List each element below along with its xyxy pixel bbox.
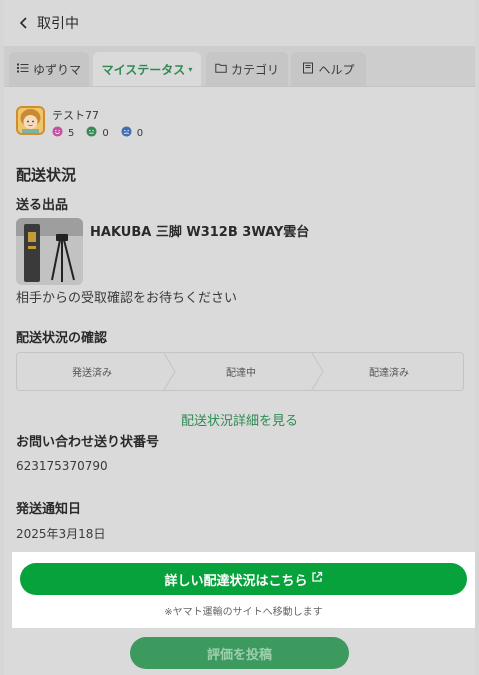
user-name: テスト77 bbox=[52, 109, 99, 122]
tab-category[interactable]: カテゴリ bbox=[206, 52, 288, 86]
shipping-steps: 発送済み 配達中 配達済み bbox=[16, 352, 464, 391]
shipping-title: 配送状況 bbox=[16, 166, 77, 184]
tab-label: ヘルプ bbox=[318, 62, 355, 77]
rating-bad: 0 bbox=[121, 126, 143, 140]
tab-help[interactable]: ヘルプ bbox=[291, 52, 366, 86]
delivery-status-button[interactable]: 詳しい配達状況はこちら bbox=[20, 563, 467, 595]
rating-neutral-count: 0 bbox=[102, 127, 109, 139]
cta-label: 詳しい配達状況はこちら bbox=[164, 573, 308, 589]
page: 取引中 ゆずりマ マイステータス ▾ カテゴリ ヘルプ テスト77 5 0 0 … bbox=[4, 0, 475, 675]
step-in-transit: 配達中 bbox=[226, 368, 256, 379]
confirm-heading: 配送状況の確認 bbox=[16, 331, 108, 346]
tab-yuzurima[interactable]: ゆずりマ bbox=[9, 52, 89, 86]
caret-down-icon: ▾ bbox=[188, 64, 193, 74]
notice-heading: 発送通知日 bbox=[16, 502, 82, 517]
tracking-number: 623175370790 bbox=[16, 459, 108, 473]
step-delivered: 配達済み bbox=[369, 368, 409, 379]
status-message: 相手からの受取確認をお待ちください bbox=[16, 291, 238, 306]
tab-label: マイステータス bbox=[101, 62, 186, 77]
item-heading: 送る出品 bbox=[16, 198, 69, 213]
neutral-face-icon bbox=[86, 126, 102, 140]
list-icon bbox=[16, 62, 33, 77]
back-button[interactable]: 取引中 bbox=[18, 13, 79, 33]
rating-good-count: 5 bbox=[68, 127, 75, 139]
tab-label: ゆずりマ bbox=[32, 62, 81, 77]
tab-bar: ゆずりマ マイステータス ▾ カテゴリ ヘルプ bbox=[4, 46, 475, 87]
step-shipped: 発送済み bbox=[72, 368, 112, 379]
sad-face-icon bbox=[121, 126, 137, 140]
shipping-detail-link[interactable]: 配送状況詳細を見る bbox=[4, 410, 475, 429]
item-title[interactable]: HAKUBA 三脚 W312B 3WAY雲台 bbox=[90, 221, 309, 240]
folder-icon bbox=[215, 62, 231, 77]
ratings: 5 0 0 bbox=[52, 126, 155, 140]
tab-label: カテゴリ bbox=[230, 62, 279, 77]
book-icon bbox=[302, 62, 318, 77]
smile-face-icon bbox=[52, 126, 68, 140]
back-label: 取引中 bbox=[37, 16, 79, 32]
item-thumbnail[interactable] bbox=[16, 218, 83, 285]
external-link-icon bbox=[308, 571, 323, 587]
user-info: テスト77 5 0 0 bbox=[16, 106, 155, 140]
tracking-heading: お問い合わせ送り状番号 bbox=[16, 435, 160, 450]
cta-note: ※ヤマト運輸のサイトへ移動します bbox=[164, 607, 323, 618]
rating-good: 5 bbox=[52, 126, 74, 140]
tab-my-status[interactable]: マイステータス ▾ bbox=[93, 52, 201, 86]
notice-date: 2025年3月18日 bbox=[16, 527, 106, 541]
post-review-button[interactable]: 評価を投稿 bbox=[130, 637, 349, 669]
chevron-left-icon bbox=[18, 14, 30, 33]
delivery-status-panel: 詳しい配達状況はこちら ※ヤマト運輸のサイトへ移動します bbox=[12, 552, 475, 628]
rating-neutral: 0 bbox=[86, 126, 109, 140]
rating-bad-count: 0 bbox=[136, 127, 144, 139]
header: 取引中 bbox=[4, 0, 475, 46]
avatar[interactable] bbox=[16, 106, 45, 135]
